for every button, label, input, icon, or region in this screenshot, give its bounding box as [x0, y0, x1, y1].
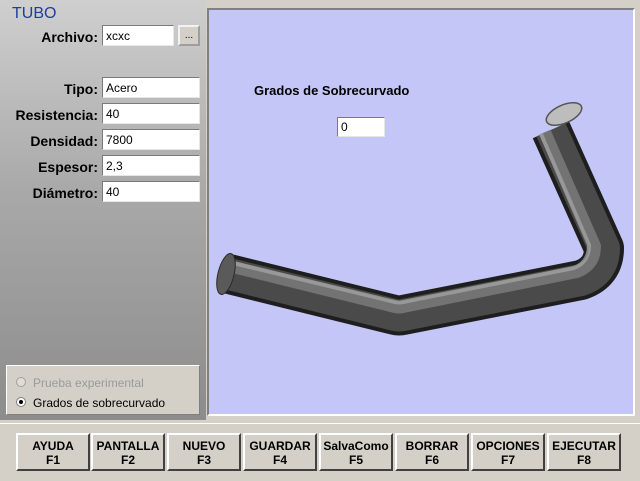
archivo-input[interactable]	[102, 25, 174, 46]
button-label: GUARDAR	[249, 439, 311, 453]
tipo-label: Tipo:	[64, 81, 98, 97]
button-key: F6	[424, 453, 439, 467]
ejecutar-button[interactable]: EJECUTAR F8	[547, 433, 621, 471]
densidad-label: Densidad:	[30, 133, 98, 149]
bent-tube-model	[216, 101, 624, 336]
app-title: TUBO	[12, 5, 57, 22]
button-label: OPCIONES	[476, 439, 540, 453]
button-key: F7	[500, 453, 515, 467]
mode-radio-group: Prueba experimental Grados de sobrecurva…	[6, 365, 200, 415]
button-key: F5	[348, 453, 363, 467]
button-key: F2	[120, 453, 135, 467]
browse-button[interactable]: ...	[178, 25, 200, 46]
resistencia-label: Resistencia:	[15, 107, 98, 123]
tube-body	[224, 121, 624, 336]
button-label: BORRAR	[405, 439, 459, 453]
radio-label: Grados de sobrecurvado	[33, 396, 166, 410]
guardar-button[interactable]: GUARDAR F4	[243, 433, 317, 471]
ayuda-button[interactable]: AYUDA F1	[16, 433, 90, 471]
diametro-label: Diámetro:	[32, 185, 98, 201]
overcurve-input[interactable]	[337, 117, 385, 137]
densidad-input[interactable]	[102, 129, 200, 150]
button-label: EJECUTAR	[552, 439, 616, 453]
radio-circle	[16, 377, 26, 387]
opciones-button[interactable]: OPCIONES F7	[471, 433, 545, 471]
diametro-input[interactable]	[102, 181, 200, 202]
espesor-label: Espesor:	[38, 159, 98, 175]
tube-3d-viewport[interactable]: Grados de Sobrecurvado	[207, 8, 635, 416]
radio-circle-selected	[16, 397, 26, 407]
parameters-panel: TUBO Archivo: ... Tipo: Resistencia: Den…	[0, 0, 206, 420]
button-label: NUEVO	[182, 439, 226, 453]
borrar-button[interactable]: BORRAR F6	[395, 433, 469, 471]
radio-label: Prueba experimental	[33, 376, 144, 390]
function-key-toolbar: AYUDA F1 PANTALLA F2 NUEVO F3 GUARDAR F4…	[0, 423, 640, 481]
archivo-label: Archivo:	[41, 29, 98, 45]
button-key: F3	[196, 453, 211, 467]
button-label: PANTALLA	[96, 439, 160, 453]
button-label: AYUDA	[32, 439, 74, 453]
pantalla-button[interactable]: PANTALLA F2	[91, 433, 165, 471]
overcurve-label: Grados de Sobrecurvado	[254, 83, 410, 98]
resistencia-input[interactable]	[102, 103, 200, 124]
espesor-input[interactable]	[102, 155, 200, 176]
tipo-input[interactable]	[102, 77, 200, 98]
button-key: F4	[272, 453, 287, 467]
button-key: F1	[45, 453, 60, 467]
button-key: F8	[576, 453, 591, 467]
nuevo-button[interactable]: NUEVO F3	[167, 433, 241, 471]
button-label: SalvaComo	[323, 439, 389, 453]
salvacomo-button[interactable]: SalvaComo F5	[319, 433, 393, 471]
